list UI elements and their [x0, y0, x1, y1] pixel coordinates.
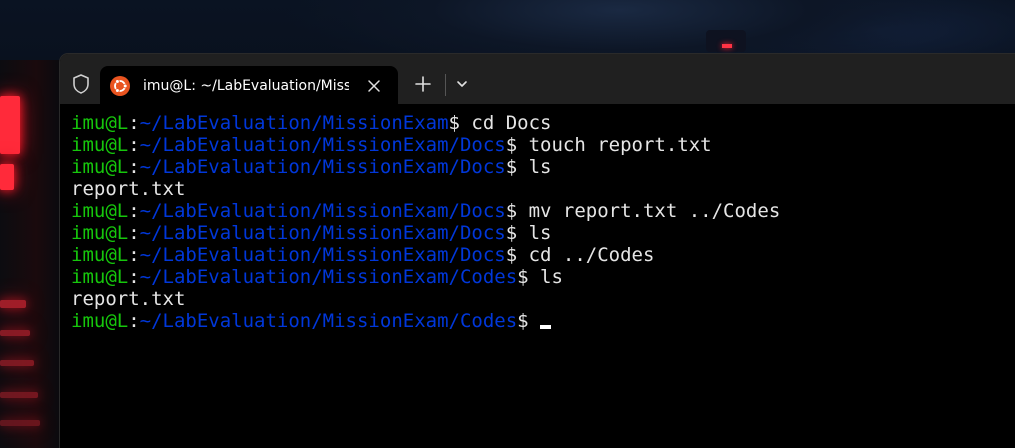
prompt-user: imu@L — [71, 134, 129, 156]
prompt-symbol: $ — [505, 222, 518, 244]
prompt-symbol: $ — [505, 244, 518, 266]
terminal-command-line: imu@L:~/LabEvaluation/MissionExam$ cd Do… — [71, 112, 780, 134]
prompt-separator: : — [128, 222, 140, 244]
command-text: ls — [528, 266, 563, 288]
command-text: cd ../Codes — [517, 244, 655, 266]
prompt-path: ~/LabEvaluation/MissionExam/Docs — [139, 222, 506, 244]
wallpaper-neon-light — [0, 300, 26, 308]
terminal-command-line: imu@L:~/LabEvaluation/MissionExam/Codes$ — [71, 310, 780, 332]
prompt-symbol: $ — [517, 310, 529, 332]
chevron-down-icon[interactable] — [452, 74, 472, 94]
prompt-path: ~/LabEvaluation/MissionExam/Docs — [139, 134, 506, 156]
prompt-separator: : — [128, 200, 140, 222]
prompt-separator: : — [128, 134, 140, 156]
prompt-separator: : — [128, 266, 140, 288]
terminal-command-line: imu@L:~/LabEvaluation/MissionExam/Codes$… — [71, 266, 780, 288]
terminal-output[interactable]: imu@L:~/LabEvaluation/MissionExam$ cd Do… — [60, 104, 1015, 448]
prompt-separator: : — [128, 112, 140, 134]
prompt-user: imu@L — [71, 200, 129, 222]
prompt-symbol: $ — [505, 200, 518, 222]
command-text: cd Docs — [459, 112, 552, 134]
command-text: ls — [517, 222, 552, 244]
terminal-output-line: report.txt — [71, 178, 186, 200]
terminal-lines: imu@L:~/LabEvaluation/MissionExam$ cd Do… — [71, 112, 780, 332]
prompt-user: imu@L — [71, 112, 129, 134]
prompt-user: imu@L — [71, 266, 129, 288]
prompt-symbol: $ — [448, 112, 460, 134]
terminal-command-line: imu@L:~/LabEvaluation/MissionExam/Docs$ … — [71, 156, 780, 178]
shield-icon[interactable] — [70, 73, 92, 95]
wallpaper-neon-light — [0, 360, 34, 366]
prompt-symbol: $ — [505, 156, 518, 178]
toolbar-divider — [445, 74, 446, 96]
prompt-path: ~/LabEvaluation/MissionExam/Docs — [139, 244, 506, 266]
terminal-output-line: report.txt — [71, 288, 186, 310]
wallpaper-sign — [706, 30, 746, 52]
wallpaper-neon-light — [0, 96, 20, 154]
terminal-window: imu@L: ~/LabEvaluation/MissionExam imu@L… — [60, 54, 1015, 448]
command-text: touch report.txt — [517, 134, 712, 156]
prompt-path: ~/LabEvaluation/MissionExam/Codes — [139, 266, 518, 288]
prompt-user: imu@L — [71, 310, 129, 332]
tab-title: imu@L: ~/LabEvaluation/MissionExam — [143, 78, 349, 94]
prompt-user: imu@L — [71, 244, 129, 266]
prompt-separator: : — [128, 310, 140, 332]
terminal-cursor — [539, 325, 551, 329]
wallpaper-neon-light — [0, 420, 40, 426]
prompt-user: imu@L — [71, 156, 129, 178]
tab-terminal[interactable]: imu@L: ~/LabEvaluation/MissionExam — [100, 66, 398, 104]
wallpaper-neon-light — [0, 392, 38, 398]
prompt-path: ~/LabEvaluation/MissionExam/Docs — [139, 200, 506, 222]
command-text: ls — [517, 156, 552, 178]
terminal-command-line: imu@L:~/LabEvaluation/MissionExam/Docs$ … — [71, 222, 780, 244]
prompt-separator: : — [128, 244, 140, 266]
command-text: mv report.txt ../Codes — [517, 200, 781, 222]
prompt-user: imu@L — [71, 222, 129, 244]
prompt-path: ~/LabEvaluation/MissionExam/Docs — [139, 156, 506, 178]
plus-icon[interactable] — [412, 73, 434, 95]
prompt-path: ~/LabEvaluation/MissionExam — [139, 112, 449, 134]
wallpaper-neon-light — [0, 330, 30, 336]
prompt-separator: : — [128, 156, 140, 178]
terminal-command-line: imu@L:~/LabEvaluation/MissionExam/Docs$ … — [71, 134, 780, 156]
ubuntu-icon — [110, 76, 130, 96]
terminal-command-line: imu@L:~/LabEvaluation/MissionExam/Docs$ … — [71, 244, 780, 266]
terminal-command-line: imu@L:~/LabEvaluation/MissionExam/Docs$ … — [71, 200, 780, 222]
prompt-path: ~/LabEvaluation/MissionExam/Codes — [139, 310, 518, 332]
wallpaper-neon-light — [0, 164, 14, 190]
close-icon[interactable] — [364, 76, 384, 96]
prompt-symbol: $ — [517, 266, 529, 288]
prompt-symbol: $ — [505, 134, 518, 156]
tab-bar: imu@L: ~/LabEvaluation/MissionExam — [60, 54, 1015, 104]
wallpaper-sign-light — [722, 44, 732, 48]
